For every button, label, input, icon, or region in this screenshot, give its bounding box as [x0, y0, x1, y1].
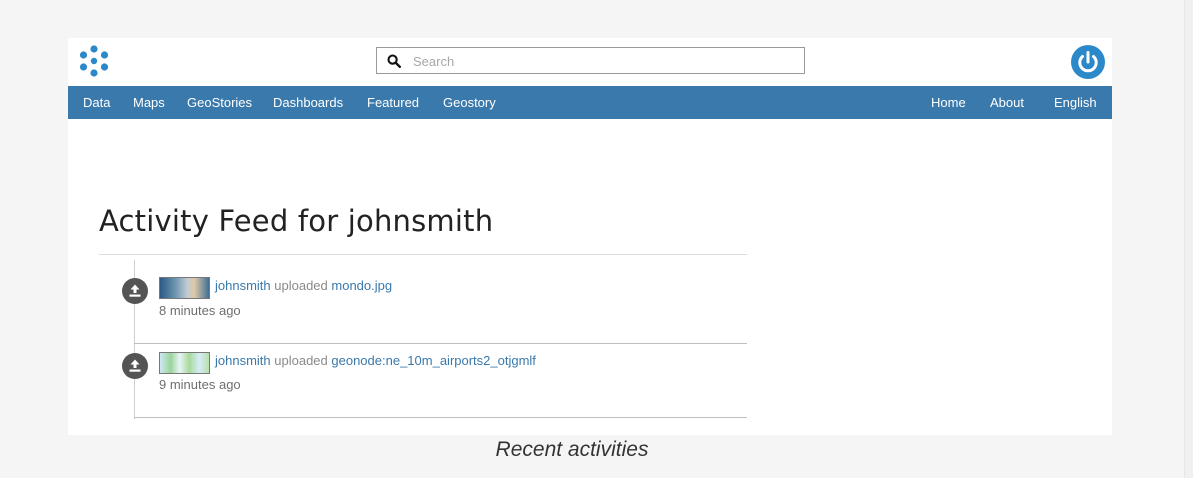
page-title: Activity Feed for johnsmith	[99, 204, 494, 238]
nav-item-data[interactable]: Data	[83, 86, 110, 119]
app-frame: Data Maps GeoStories Dashboards Featured…	[68, 38, 1112, 435]
activity-verb: uploaded	[274, 278, 328, 293]
nav-item-about[interactable]: About	[990, 86, 1024, 119]
main-content: Activity Feed for johnsmith johnsmith up…	[68, 119, 1112, 435]
figure-caption: Recent activities	[495, 438, 649, 461]
layer-thumbnail[interactable]	[159, 277, 210, 299]
upload-icon	[122, 353, 148, 379]
search-input[interactable]	[411, 51, 795, 72]
activity-text: johnsmith uploaded mondo.jpg	[215, 278, 392, 293]
search-box	[376, 47, 805, 74]
nav-item-home[interactable]: Home	[931, 86, 966, 119]
user-link[interactable]: johnsmith	[215, 353, 271, 368]
activity-timestamp: 9 minutes ago	[159, 377, 241, 392]
nav-item-geostories[interactable]: GeoStories	[187, 86, 252, 119]
activity-text: johnsmith uploaded geonode:ne_10m_airpor…	[215, 353, 536, 368]
geonode-logo-icon[interactable]	[77, 44, 111, 78]
resource-link[interactable]: geonode:ne_10m_airports2_otjgmlf	[331, 353, 536, 368]
page-scrollbar[interactable]	[1184, 0, 1193, 478]
search-icon	[387, 54, 401, 68]
nav-item-featured[interactable]: Featured	[367, 86, 419, 119]
title-divider	[99, 254, 747, 255]
resource-link[interactable]: mondo.jpg	[331, 278, 392, 293]
upload-icon	[122, 278, 148, 304]
activity-verb: uploaded	[274, 353, 328, 368]
activity-divider	[134, 417, 747, 418]
nav-item-dashboards[interactable]: Dashboards	[273, 86, 343, 119]
power-icon[interactable]	[1071, 45, 1105, 79]
nav-item-language[interactable]: English	[1054, 86, 1097, 119]
layer-thumbnail[interactable]	[159, 352, 210, 374]
nav-item-geostory[interactable]: Geostory	[443, 86, 496, 119]
top-bar	[68, 38, 1112, 86]
activity-timestamp: 8 minutes ago	[159, 303, 241, 318]
nav-item-maps[interactable]: Maps	[133, 86, 165, 119]
main-navbar: Data Maps GeoStories Dashboards Featured…	[68, 86, 1112, 119]
activity-divider	[134, 343, 747, 344]
user-link[interactable]: johnsmith	[215, 278, 271, 293]
